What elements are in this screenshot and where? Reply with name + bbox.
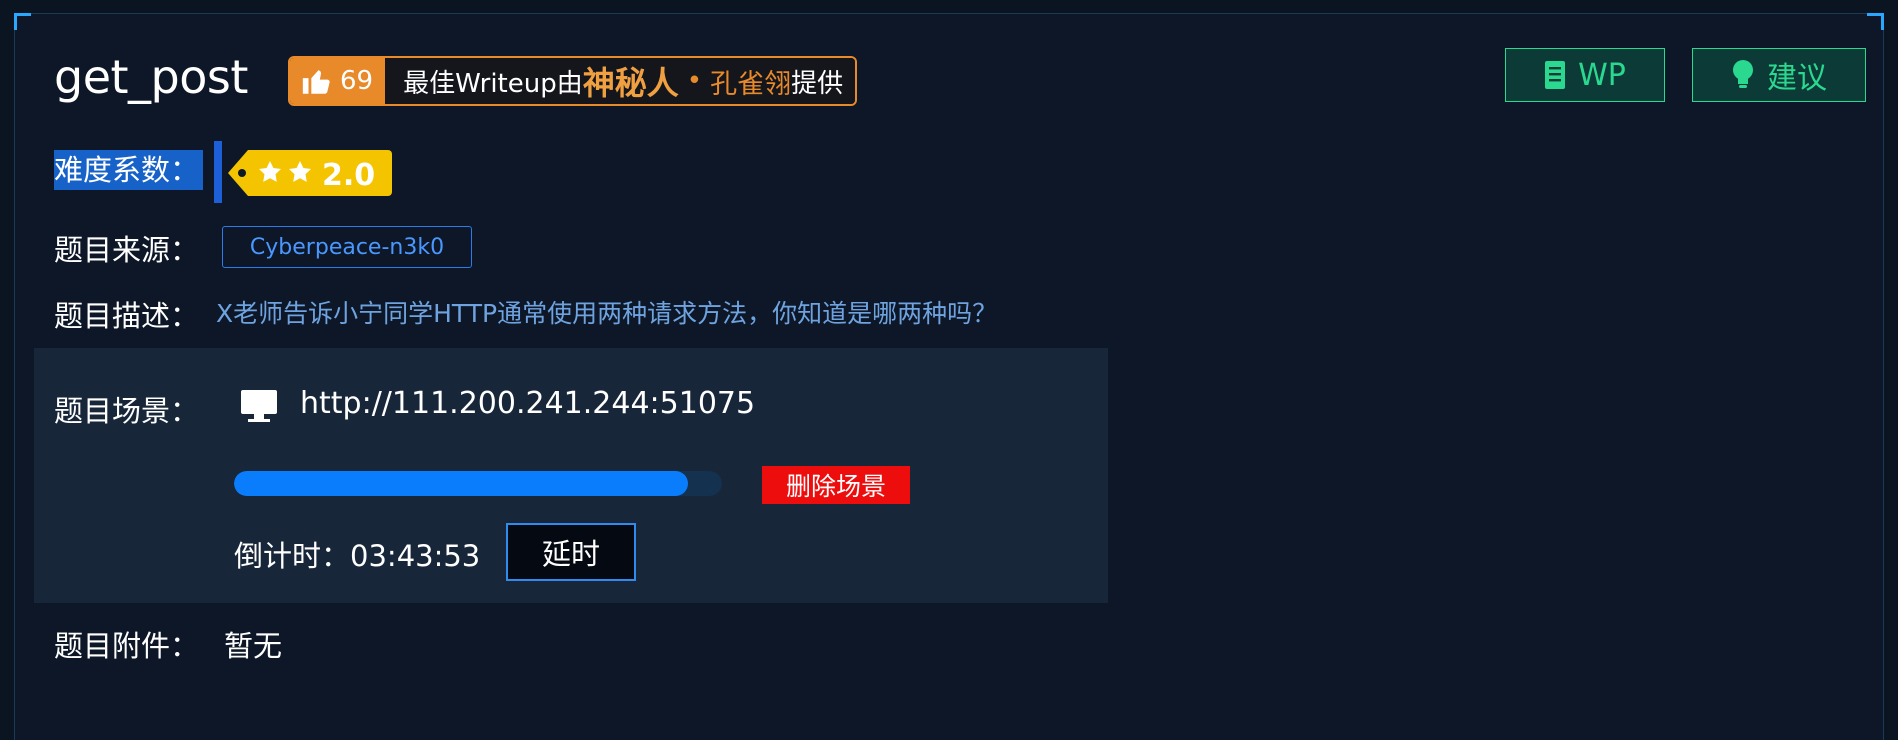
badge-separator: • [686,66,703,96]
scene-progress-fill [234,471,688,496]
scene-progress-bar [234,471,722,496]
best-writeup-text: 最佳Writeup由 神秘人 • 孔雀翎 提供 [385,58,856,104]
monitor-icon [241,390,277,422]
description-label: 题目描述： [54,299,200,333]
writeup-author[interactable]: 孔雀翎 [710,62,791,101]
wp-button-label: WP [1578,57,1626,93]
challenge-title: get_post [54,50,248,104]
best-writeup-prefix: 最佳Writeup由 [403,68,583,99]
document-icon [1545,61,1566,89]
difficulty-marker [214,141,222,203]
panel-corner-top-left [14,13,31,30]
source-tag[interactable]: Cyberpeace-n3k0 [222,226,472,268]
countdown-value: 03:43:53 [350,539,481,573]
scene-url-link[interactable]: http://111.200.241.244:51075 [300,386,755,421]
panel-corner-top-right [1867,13,1884,30]
wp-button[interactable]: WP [1505,48,1665,102]
source-label: 题目来源： [54,233,200,267]
difficulty-value: 2.0 [322,158,375,193]
best-writeup-badge[interactable]: 69 最佳Writeup由 神秘人 • 孔雀翎 提供 [288,56,858,106]
like-count-value: 69 [340,66,374,96]
delay-button[interactable]: 延时 [506,523,636,581]
description-text: X老师告诉小宁同学HTTP通常使用两种请求方法，你知道是哪两种吗？ [216,299,998,328]
writeup-provider: 神秘人 [582,64,679,102]
difficulty-label: 难度系数： [54,150,204,190]
lightbulb-icon [1733,60,1753,88]
best-writeup-suffix: 提供 [791,68,844,99]
countdown: 倒计时：03:43:53 [234,533,480,575]
thumbs-up-icon [302,70,330,94]
attachment-label: 题目附件： [54,629,200,663]
like-count[interactable]: 69 [290,58,386,104]
countdown-label: 倒计时： [234,539,351,573]
delete-scene-button[interactable]: 删除场景 [762,466,910,504]
suggest-button[interactable]: 建议 [1692,48,1866,102]
scene-label: 题目场景： [54,394,200,428]
suggest-button-label: 建议 [1767,61,1827,96]
challenge-page: get_post 69 最佳Writeup由 神秘人 • 孔雀翎 提供 WP 建… [0,0,1898,740]
difficulty-rating-tag: 2.0 [228,150,392,196]
attachment-value: 暂无 [224,629,283,663]
